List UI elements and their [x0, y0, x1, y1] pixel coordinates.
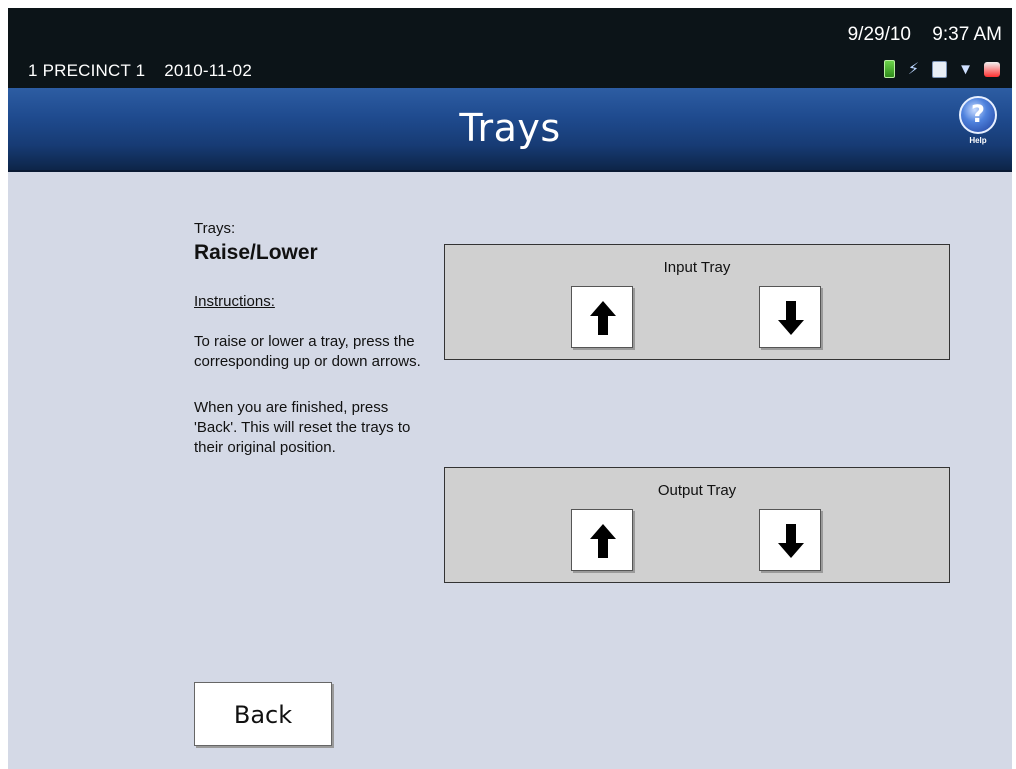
election-date: 2010-11-02 [164, 61, 252, 80]
status-bar: 1 PRECINCT 1 2010-11-02 9/29/10 9:37 AM … [8, 8, 1012, 88]
help-button[interactable]: ? Help [958, 96, 998, 154]
printer-icon [984, 61, 1000, 77]
input-tray-raise-button[interactable] [571, 286, 633, 348]
date-time: 9/29/10 9:37 AM [848, 24, 1002, 46]
section-heading: Raise/Lower [194, 241, 318, 264]
arrow-up-icon [590, 301, 616, 335]
back-button[interactable]: Back [194, 682, 332, 746]
input-tray-label: Input Tray [663, 259, 731, 276]
input-tray-panel: Input Tray [444, 244, 950, 360]
main-content: Trays: Raise/Lower Instructions: To rais… [8, 172, 1012, 769]
section-label: Trays: [194, 220, 236, 237]
help-label: Help [969, 136, 987, 145]
output-tray-label: Output Tray [657, 482, 737, 499]
arrow-down-icon [778, 524, 804, 558]
help-icon: ? [959, 96, 997, 134]
document-icon [932, 60, 947, 78]
window-frame: 1 PRECINCT 1 2010-11-02 9/29/10 9:37 AM … [0, 0, 1016, 769]
battery-icon [884, 60, 895, 78]
instructions-title: Instructions: [194, 293, 275, 310]
screen: 1 PRECINCT 1 2010-11-02 9/29/10 9:37 AM … [8, 8, 1012, 769]
title-bar: Trays ? Help [8, 88, 1012, 172]
arrow-up-icon [590, 524, 616, 558]
current-time: 9:37 AM [932, 24, 1002, 45]
network-icon: ▼ [958, 60, 973, 78]
current-date: 9/29/10 [847, 24, 911, 45]
power-plug-icon: ⚡ [907, 60, 920, 78]
status-icons: ⚡ ▼ [884, 60, 1000, 78]
instructions-paragraph-2: When you are finished, press 'Back'. Thi… [194, 399, 411, 456]
output-tray-lower-button[interactable] [759, 509, 821, 571]
arrow-down-icon [778, 301, 804, 335]
output-tray-raise-button[interactable] [571, 509, 633, 571]
instructions-paragraph-1: To raise or lower a tray, press the corr… [194, 333, 421, 370]
output-tray-panel: Output Tray [444, 467, 950, 583]
instructions-panel: Trays: Raise/Lower Instructions: To rais… [194, 220, 424, 458]
page-title: Trays [459, 106, 561, 150]
precinct-name: 1 PRECINCT 1 [28, 61, 146, 80]
input-tray-lower-button[interactable] [759, 286, 821, 348]
precinct-info: 1 PRECINCT 1 2010-11-02 [28, 61, 252, 81]
